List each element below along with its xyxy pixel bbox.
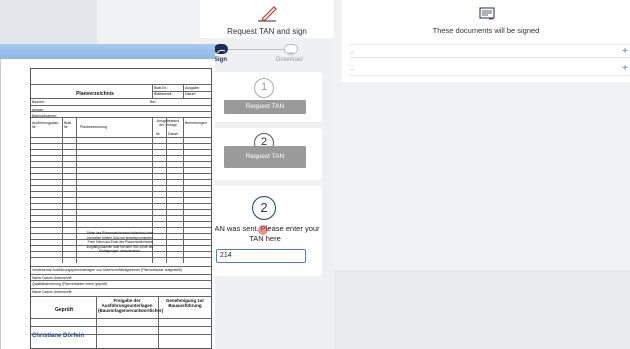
pdf-bottom-line: Name Datum Unterschrift xyxy=(32,276,72,280)
step-number: 1 xyxy=(254,78,274,98)
pdf-grid-line xyxy=(158,296,159,349)
pdf-grid-line xyxy=(31,149,211,150)
pdf-grid-line xyxy=(31,274,211,275)
pdf-grid-line xyxy=(31,179,211,180)
pdf-geprueft: Geprüft xyxy=(55,307,74,313)
pdf-grid-line xyxy=(31,84,211,85)
step-label-sign: Sign xyxy=(214,57,227,63)
pdf-grid-line xyxy=(31,227,211,228)
pdf-note: Zeilen des Planverzeichnisses fortlaufen… xyxy=(86,231,154,253)
signing-stepper: Sign Download xyxy=(214,44,324,64)
tan-card-2: 2 Request TAN xyxy=(208,128,322,180)
pen-icon xyxy=(258,6,277,22)
pdf-column-header: Ausführungsplan-Nr. xyxy=(32,121,60,129)
pdf-grid-line xyxy=(31,105,211,106)
request-tan-button[interactable]: Request TAN xyxy=(224,100,306,114)
pdf-genehmigung: Genehmigung zur Bauausführung xyxy=(165,298,205,308)
pdf-grid-line xyxy=(31,280,211,281)
tan-card-1: 1 Request TAN xyxy=(208,72,322,122)
pdf-column-header: Bemerkungen xyxy=(185,121,207,125)
expand-plus-icon[interactable]: + xyxy=(622,62,628,76)
pdf-grid-line xyxy=(31,203,211,204)
document-row[interactable]: .. + xyxy=(350,62,630,76)
pdf-column-header: Nr. xyxy=(156,132,161,136)
pdf-grid-line xyxy=(31,288,211,289)
pdf-grid-line xyxy=(96,296,97,349)
document-icon xyxy=(479,7,495,20)
documents-panel: These documents will be signed .. + .. + xyxy=(342,0,630,82)
pdf-bottom-line: Vorstehende Ausführungsplanunterlagen vo… xyxy=(32,268,182,272)
pdf-grid-line xyxy=(31,266,211,267)
pdf-column-header: Blatt Nr. xyxy=(64,121,72,129)
signing-header: Request TAN and sign xyxy=(200,0,334,38)
viewer-title-bar[interactable] xyxy=(0,44,215,59)
pdf-header-cell: Blatt-Nr.: xyxy=(154,86,168,90)
signing-title: Request TAN and sign xyxy=(227,27,307,36)
pdf-grid-line xyxy=(31,155,211,156)
step-sign-icon[interactable] xyxy=(214,44,228,54)
pdf-grid-line xyxy=(76,117,77,263)
pdf-header-cell: Blattanzahl: xyxy=(154,92,173,96)
request-tan-button[interactable]: Request TAN xyxy=(224,146,306,168)
pdf-field: Ber.: xyxy=(150,100,158,104)
pdf-grid-line xyxy=(31,173,211,174)
pdf-grid-line xyxy=(31,257,211,258)
expand-plus-icon[interactable]: + xyxy=(622,45,628,59)
pdf-signer-name: Christiane Dörfein xyxy=(32,333,85,339)
tan-input[interactable]: 214 xyxy=(216,249,306,263)
pdf-grid-line xyxy=(31,215,211,216)
cloud-download-icon[interactable] xyxy=(284,44,298,56)
mouse-cursor xyxy=(258,225,268,235)
pdf-grid-line xyxy=(31,318,211,319)
documents-title: These documents will be signed xyxy=(432,26,540,35)
pdf-column-header: Planbezeichnung xyxy=(80,125,107,129)
pdf-grid-line xyxy=(31,209,211,210)
pdf-bottom-line: Name Datum Unterschrift xyxy=(32,290,72,294)
pdf-grid-line xyxy=(31,143,211,144)
document-name: .. xyxy=(350,48,354,55)
pdf-grid-line xyxy=(31,185,211,186)
pdf-grid-line xyxy=(31,117,211,118)
pdf-title: Planverzeichnis xyxy=(76,91,114,97)
pdf-grid-line xyxy=(31,191,211,192)
pdf-grid-line xyxy=(31,296,211,297)
pdf-field: Bauherr: xyxy=(32,100,46,104)
pdf-grid-line xyxy=(31,167,211,168)
pdf-grid-line xyxy=(31,326,211,327)
pdf-grid-line xyxy=(62,117,63,263)
stepper-line xyxy=(228,49,284,50)
pdf-grid-line xyxy=(31,161,211,162)
pdf-grid-line xyxy=(31,197,211,198)
pdf-grid-line xyxy=(31,137,211,138)
pdf-grid-line xyxy=(31,111,211,112)
pdf-column-header: Ausgabestand der Vorlage xyxy=(156,119,180,127)
pdf-header-cell: Datum: xyxy=(185,92,197,96)
pdf-grid-line xyxy=(31,98,211,99)
pdf-grid-line xyxy=(166,117,167,263)
step-label-download: Download xyxy=(276,57,303,63)
pdf-grid-line xyxy=(31,221,211,222)
pdf-bottom-line: Qualitätssicherung (Planverfasser intern… xyxy=(32,282,108,286)
signing-panel: Request TAN and sign Sign Download 1 Req… xyxy=(200,0,334,349)
document-name: .. xyxy=(350,65,354,72)
pdf-grid-line xyxy=(152,91,211,92)
pdf-freigabe: Freigabe der Ausführungsunterlagen (Bauv… xyxy=(98,298,164,313)
pdf-grid-line xyxy=(183,117,184,263)
pdf-header-cell: Ausgabe: xyxy=(185,86,200,90)
pdf-column-header: Datum xyxy=(168,132,179,136)
step-number: 2 xyxy=(252,196,276,220)
document-row[interactable]: .. + xyxy=(350,44,630,58)
